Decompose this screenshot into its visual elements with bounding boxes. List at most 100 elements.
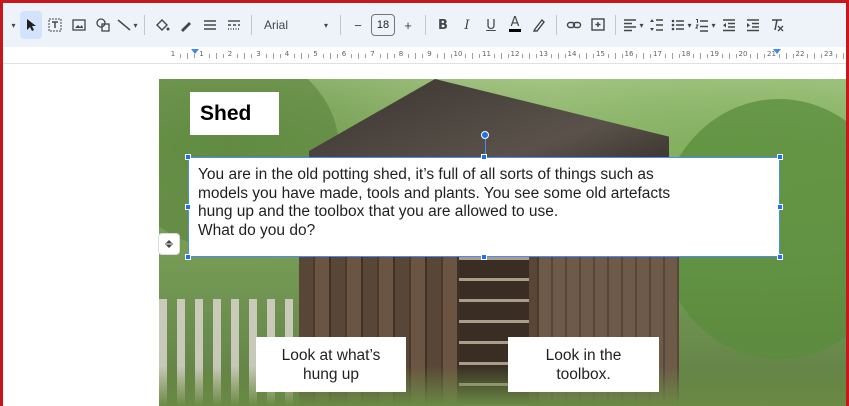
body-text-line: What do you do?: [198, 221, 316, 239]
ruler-tick: [393, 54, 395, 58]
more-caret-icon[interactable]: ▾: [8, 11, 18, 39]
resize-handle-right[interactable]: [777, 204, 783, 210]
slide-title[interactable]: Shed: [190, 92, 279, 135]
resize-handle-top[interactable]: [481, 154, 487, 160]
body-text-line: You are in the old potting shed, it’s fu…: [198, 166, 654, 183]
text-color-label: A: [510, 15, 520, 30]
resize-handle-bottom-right[interactable]: [777, 254, 783, 260]
ruler-number: 13: [539, 50, 548, 58]
ruler-tick: [415, 53, 417, 59]
choice-hung-up[interactable]: Look at what’s hung up: [256, 337, 406, 392]
toolbar-divider: [425, 15, 426, 35]
left-indent-marker[interactable]: [191, 49, 199, 54]
underline-button[interactable]: U: [480, 11, 502, 39]
ruler-tick: [842, 53, 844, 59]
clear-formatting-icon[interactable]: [766, 11, 788, 39]
ruler-tick: [764, 54, 766, 58]
ruler-tick: [536, 54, 538, 58]
ruler-tick: [750, 54, 752, 58]
horizontal-ruler[interactable]: 1 1 2 3 4 5 6 7 8 9 10 11 12 13 14 15 16 17 18 19 20 21 22 23: [3, 47, 846, 64]
increase-font-size-button[interactable]: +: [397, 11, 419, 39]
text-box-icon[interactable]: [44, 11, 66, 39]
ruler-number: 1: [199, 50, 204, 58]
ruler-tick: [450, 54, 452, 58]
increase-indent-icon[interactable]: [742, 11, 764, 39]
selected-text-box[interactable]: You are in the old potting shed, it’s fu…: [188, 157, 780, 257]
slide[interactable]: Shed You are in the old potting shed, it…: [159, 79, 846, 406]
vertical-align-handle-icon[interactable]: [158, 233, 180, 255]
ruler-number: 12: [510, 50, 520, 58]
line-icon[interactable]: ▾: [116, 11, 138, 39]
ruler-tick: [222, 54, 224, 58]
ruler-tick: [408, 54, 410, 58]
ruler-scale: 1 1 2 3 4 5 6 7 8 9 10 11 12 13 14 15 16 17 18 19 20 21 22 23: [163, 47, 846, 63]
comment-icon[interactable]: [587, 11, 609, 39]
resize-handle-top-right[interactable]: [777, 154, 783, 160]
link-icon[interactable]: [563, 11, 585, 39]
numbered-list-icon[interactable]: ▾: [694, 11, 716, 39]
ruler-tick: [671, 53, 673, 59]
border-color-icon[interactable]: [175, 11, 197, 39]
ruler-number: 19: [710, 50, 719, 58]
italic-button[interactable]: I: [456, 11, 478, 39]
highlight-pen-icon[interactable]: [528, 11, 550, 39]
decrease-font-size-button[interactable]: −: [347, 11, 369, 39]
image-icon[interactable]: [68, 11, 90, 39]
ruler-tick: [329, 53, 331, 59]
right-indent-marker[interactable]: [773, 49, 781, 54]
decrease-indent-icon[interactable]: [718, 11, 740, 39]
choice-toolbox[interactable]: Look in the toolbox.: [508, 337, 659, 392]
ruler-tick: [237, 54, 239, 58]
ruler-tick: [579, 54, 581, 58]
ruler-tick: [835, 54, 837, 58]
ruler-tick: [422, 54, 424, 58]
ruler-tick: [308, 54, 310, 58]
border-dash-icon[interactable]: [223, 11, 245, 39]
resize-handle-bottom[interactable]: [481, 254, 487, 260]
toolbar-divider: [556, 15, 557, 35]
bulleted-list-icon[interactable]: ▾: [670, 11, 692, 39]
ruler-tick: [586, 53, 588, 59]
fill-color-icon[interactable]: [151, 11, 173, 39]
font-size-field[interactable]: 18: [371, 11, 395, 39]
ruler-tick: [529, 53, 531, 59]
ruler-tick: [693, 54, 695, 58]
text-color-button[interactable]: A: [504, 11, 526, 39]
ruler-tick: [557, 53, 559, 59]
ruler-number: 7: [370, 50, 375, 58]
choice-hung-up-line: hung up: [302, 365, 360, 383]
ruler-tick: [386, 53, 388, 59]
ruler-number: 16: [624, 50, 634, 58]
ruler-tick: [215, 53, 217, 59]
ruler-tick: [678, 54, 680, 58]
font-size-value[interactable]: 18: [371, 14, 395, 36]
ruler-tick: [564, 54, 566, 58]
toolbar-divider: [251, 15, 252, 35]
ruler-tick: [721, 54, 723, 58]
ruler-tick: [507, 54, 509, 58]
border-weight-icon[interactable]: [199, 11, 221, 39]
ruler-tick: [194, 54, 196, 58]
ruler-tick: [244, 53, 246, 59]
ruler-tick: [636, 54, 638, 58]
ruler-tick: [707, 54, 709, 58]
ruler-tick: [322, 54, 324, 58]
line-spacing-icon[interactable]: [646, 11, 668, 39]
rotate-handle[interactable]: [481, 131, 489, 139]
resize-handle-left[interactable]: [185, 204, 191, 210]
choice-hung-up-line: Look at what’s: [281, 346, 381, 364]
choice-toolbox-line: Look in the: [545, 346, 622, 364]
ruler-tick: [208, 54, 210, 58]
ruler-tick: [700, 53, 702, 59]
resize-handle-bottom-left[interactable]: [185, 254, 191, 260]
chevron-down-icon: ▾: [323, 20, 328, 30]
resize-handle-top-left[interactable]: [185, 154, 191, 160]
ruler-tick: [792, 54, 794, 58]
align-icon[interactable]: ▾: [622, 11, 644, 39]
select-cursor-icon[interactable]: [20, 11, 42, 39]
ruler-tick: [379, 54, 381, 58]
ruler-number: 3: [256, 50, 261, 58]
bold-button[interactable]: B: [432, 11, 454, 39]
shape-icon[interactable]: [92, 11, 114, 39]
font-family-select[interactable]: Arial ▾: [258, 11, 334, 39]
